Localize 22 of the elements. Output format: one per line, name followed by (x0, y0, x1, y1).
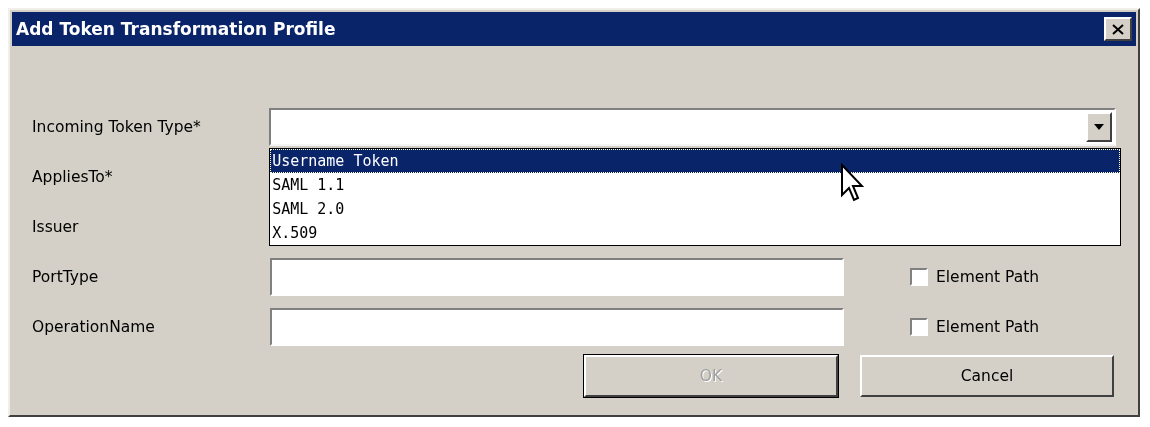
checkbox-label: Element Path (936, 268, 1040, 286)
field-label: OperationName (32, 318, 156, 336)
cursor-icon (840, 163, 865, 203)
checkbox[interactable] (910, 268, 928, 286)
dialog-button[interactable]: Cancel (860, 355, 1114, 397)
input-field[interactable] (270, 308, 844, 346)
field-label: AppliesTo* (32, 168, 114, 186)
dropdown-option[interactable]: Username Token (270, 149, 1121, 173)
field-label: Incoming Token Type* (32, 118, 202, 136)
field-label: Issuer (32, 218, 80, 236)
dropdown-option[interactable]: X.509 (270, 221, 1121, 245)
input-field[interactable] (270, 258, 844, 296)
checkbox[interactable] (910, 318, 928, 336)
dropdown-option[interactable]: SAML 1.1 (270, 173, 1121, 197)
dropdown-button[interactable] (1086, 112, 1112, 142)
field-label: PortType (32, 268, 100, 286)
caret-icon (1094, 124, 1104, 130)
window-title: Add Token Transformation Profile (16, 19, 336, 39)
checkbox-label: Element Path (936, 318, 1040, 336)
close-icon (1112, 23, 1124, 35)
close-button[interactable] (1104, 17, 1132, 41)
dropdown-option[interactable]: SAML 2.0 (270, 197, 1121, 221)
